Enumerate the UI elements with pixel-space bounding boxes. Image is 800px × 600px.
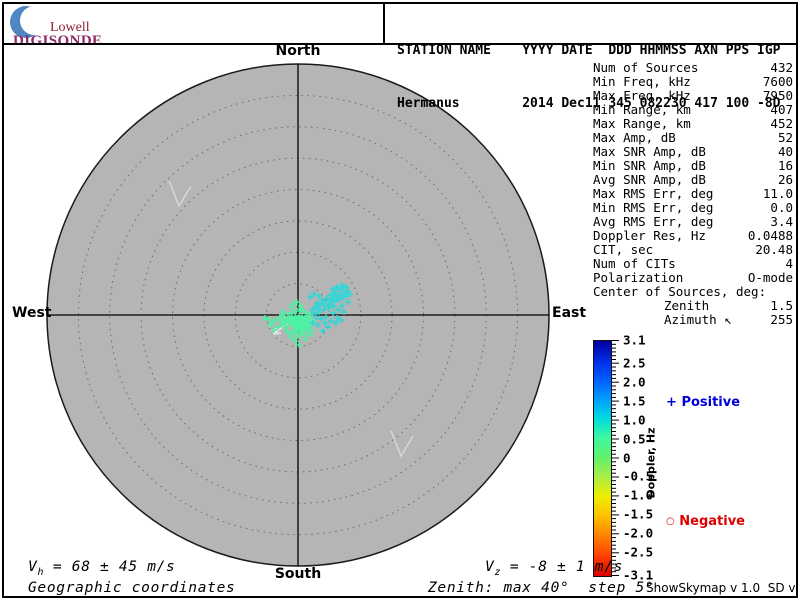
- stat-value: 11.0: [762, 186, 793, 201]
- stat-label: Num of CITs: [593, 256, 676, 271]
- stat-label: Zenith: [664, 298, 710, 313]
- colorbar-tick-label: -2.5: [623, 544, 654, 560]
- stat-value: 432: [770, 60, 793, 75]
- stat-label: Center of Sources, deg:: [593, 284, 767, 299]
- stat-label: Avg RMS Err, deg: [593, 214, 714, 229]
- colorbar-tick-label: -2.0: [623, 525, 654, 541]
- stat-row: Min SNR Amp, dB 16: [593, 159, 793, 173]
- compass-label-west: West: [12, 305, 52, 321]
- stat-label: CIT, sec: [593, 242, 654, 257]
- stat-label: Num of Sources: [593, 60, 699, 75]
- stat-value: 7950: [762, 88, 793, 103]
- header-divider: [2, 43, 798, 45]
- horizontal-velocity-readout: Vh = 68 ± 45 m/s: [28, 559, 176, 578]
- stat-value: 40: [777, 144, 793, 159]
- stat-value: 452: [770, 116, 793, 131]
- lowell-digisonde-logo: Lowell DIGISONDE: [10, 6, 102, 48]
- stat-label: Max Freq, kHz: [593, 88, 691, 103]
- stat-value: 20.48: [755, 242, 793, 257]
- stat-label: Min Range, km: [593, 102, 691, 117]
- stat-value: 0.0488: [747, 228, 793, 243]
- stat-row: Min Range, km 407: [593, 103, 793, 117]
- colorbar-tick-label: 1.0: [623, 412, 646, 428]
- header-vertical-divider: [383, 2, 385, 44]
- stat-label: Max SNR Amp, dB: [593, 144, 706, 159]
- stat-row: Num of Sources 432: [593, 61, 793, 75]
- stat-row: Max Amp, dB 52: [593, 131, 793, 145]
- stat-value: 4: [785, 256, 793, 271]
- stat-row: Zenith 1.5: [593, 299, 793, 313]
- stat-value: 407: [770, 102, 793, 117]
- stat-row: Polarization O-mode: [593, 271, 793, 285]
- stat-label: Polarization: [593, 270, 684, 285]
- zenith-range-note: Zenith: max 40° step 5°: [428, 580, 655, 596]
- measurement-stats-panel: Num of Sources 432 Min Freq, kHz 7600 Max Fr…: [593, 61, 793, 327]
- stat-label: Doppler Res, Hz: [593, 228, 706, 243]
- stat-label: Max Amp, dB: [593, 130, 676, 145]
- stat-row: Center of Sources, deg:: [593, 285, 793, 299]
- stat-value: 52: [777, 130, 793, 145]
- stat-value: 7600: [762, 74, 793, 89]
- legend-positive: + Positive: [666, 395, 740, 410]
- colorbar-tick-marks: [612, 340, 619, 576]
- software-version-label: ShowSkymap v 1.0 SD v 5.1: [646, 581, 800, 595]
- colorbar-tick-label: -1.5: [623, 506, 654, 522]
- stat-row: Max Freq, kHz 7950: [593, 89, 793, 103]
- stat-row: Avg SNR Amp, dB 26: [593, 173, 793, 187]
- colorbar-tick-label: 2.5: [623, 355, 646, 371]
- stat-label: Min Freq, kHz: [593, 74, 691, 89]
- stat-label: Min SNR Amp, dB: [593, 158, 706, 173]
- stat-value: 16: [777, 158, 793, 173]
- logo-brand-bottom: DIGISONDE: [13, 33, 102, 48]
- stat-row: Avg RMS Err, deg 3.4: [593, 215, 793, 229]
- colorbar-axis-label: Doppler, Hz: [644, 427, 658, 499]
- plus-icon: +: [666, 395, 677, 410]
- stat-label: Max RMS Err, deg: [593, 186, 714, 201]
- stat-value: 3.4: [770, 214, 793, 229]
- legend-negative-label: Negative: [679, 514, 746, 529]
- stat-row: CIT, sec 20.48: [593, 243, 793, 257]
- colorbar-tick-label: 3.1: [623, 332, 646, 348]
- colorbar-tick-label: 0: [623, 450, 631, 465]
- stat-row: Min RMS Err, deg 0.0: [593, 201, 793, 215]
- vertical-velocity-readout: Vz = -8 ± 1 m/s: [485, 559, 624, 578]
- stat-value: 1.5: [770, 298, 793, 313]
- doppler-colorbar: [593, 340, 612, 577]
- colorbar-tick-label: 0.5: [623, 431, 646, 447]
- circle-icon: ○: [666, 516, 675, 527]
- stat-row: Max SNR Amp, dB 40: [593, 145, 793, 159]
- compass-label-east: East: [552, 305, 587, 321]
- compass-label-south: South: [274, 566, 322, 582]
- stat-value: 0.0: [770, 200, 793, 215]
- stat-row: Num of CITs 4: [593, 257, 793, 271]
- stat-row: Max RMS Err, deg 11.0: [593, 187, 793, 201]
- legend-positive-label: Positive: [681, 395, 741, 410]
- stat-label: Azimuth ↖: [664, 312, 732, 327]
- stat-row: Max Range, km 452: [593, 117, 793, 131]
- showskymap-window: North South West East Lowell DIGISONDE S…: [0, 0, 800, 600]
- coordinates-mode-label: Geographic coordinates: [28, 580, 236, 596]
- compass-label-north: North: [275, 43, 321, 59]
- stat-label: Avg SNR Amp, dB: [593, 172, 706, 187]
- stat-row: Doppler Res, Hz 0.0488: [593, 229, 793, 243]
- legend-negative: ○ Negative: [666, 514, 745, 529]
- stat-value: 255: [770, 312, 793, 327]
- stat-label: Min RMS Err, deg: [593, 200, 714, 215]
- stat-row: Min Freq, kHz 7600: [593, 75, 793, 89]
- colorbar-tick-label: 2.0: [623, 374, 646, 390]
- stat-value: O-mode: [747, 270, 793, 285]
- stat-row: Azimuth ↖ 255: [593, 313, 793, 327]
- stat-value: 26: [777, 172, 793, 187]
- stat-label: Max Range, km: [593, 116, 691, 131]
- colorbar-tick-label: 1.5: [623, 393, 646, 409]
